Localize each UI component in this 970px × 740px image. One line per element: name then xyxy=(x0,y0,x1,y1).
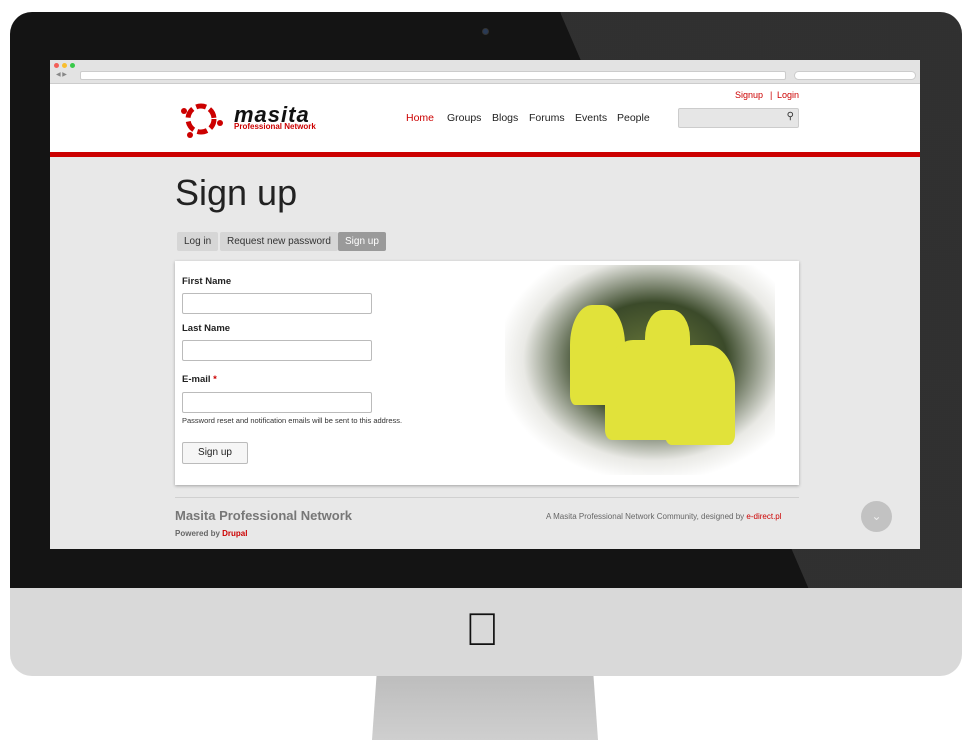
signup-form: First Name Last Name E-mail * Password r… xyxy=(175,261,799,485)
nav-events[interactable]: Events xyxy=(575,112,607,124)
footer-credit: A Masita Professional Network Community,… xyxy=(546,512,782,521)
scroll-chevron-down-icon[interactable]: ⌄ xyxy=(861,501,892,532)
screen: ◀ ▶ Signup | Login masita Professional N… xyxy=(50,60,920,549)
nav-blogs[interactable]: Blogs xyxy=(492,112,518,124)
last-name-label: Last Name xyxy=(182,323,231,334)
first-name-label: First Name xyxy=(182,276,232,287)
apple-logo-icon:  xyxy=(465,606,500,652)
sign-up-button[interactable]: Sign up xyxy=(182,442,248,464)
nav-groups[interactable]: Groups xyxy=(447,112,481,124)
email-label: E-mail * xyxy=(182,374,217,385)
url-bar[interactable] xyxy=(80,71,786,80)
logo-icon[interactable] xyxy=(176,99,226,139)
minimize-dot[interactable] xyxy=(62,63,67,68)
browser-chrome: ◀ ▶ xyxy=(50,60,920,84)
search-input[interactable]: ⚲ xyxy=(678,108,799,128)
login-link[interactable]: Login xyxy=(777,90,799,100)
email-field[interactable] xyxy=(182,392,372,413)
nav-people[interactable]: People xyxy=(617,112,650,124)
monitor-stand xyxy=(372,676,598,740)
team-photo xyxy=(505,265,775,475)
powered-by: Powered by Drupal xyxy=(175,529,248,538)
tab-request-password[interactable]: Request new password xyxy=(220,232,338,251)
maximize-dot[interactable] xyxy=(70,63,75,68)
nav-home[interactable]: Home xyxy=(406,112,434,124)
close-dot[interactable] xyxy=(54,63,59,68)
back-forward-icon[interactable]: ◀ ▶ xyxy=(56,71,67,78)
footer-divider xyxy=(175,497,799,498)
search-icon[interactable]: ⚲ xyxy=(787,111,794,122)
logo-subtitle: Professional Network xyxy=(234,122,316,131)
first-name-field[interactable] xyxy=(182,293,372,314)
tab-log-in[interactable]: Log in xyxy=(177,232,219,251)
required-mark: * xyxy=(213,374,217,385)
page-title: Sign up xyxy=(175,172,298,213)
camera xyxy=(482,28,489,35)
nav-forums[interactable]: Forums xyxy=(529,112,565,124)
tab-sign-up[interactable]: Sign up xyxy=(338,232,386,251)
site-header: Signup | Login masita Professional Netwo… xyxy=(50,84,920,152)
last-name-field[interactable] xyxy=(182,340,372,361)
email-description: Password reset and notification emails w… xyxy=(182,416,403,425)
footer-title: Masita Professional Network xyxy=(175,508,352,523)
e-direct-link[interactable]: e-direct.pl xyxy=(746,512,781,521)
browser-search[interactable] xyxy=(794,71,916,80)
signup-link[interactable]: Signup xyxy=(735,90,763,100)
header-accent-bar xyxy=(50,152,920,157)
drupal-link[interactable]: Drupal xyxy=(222,529,247,538)
